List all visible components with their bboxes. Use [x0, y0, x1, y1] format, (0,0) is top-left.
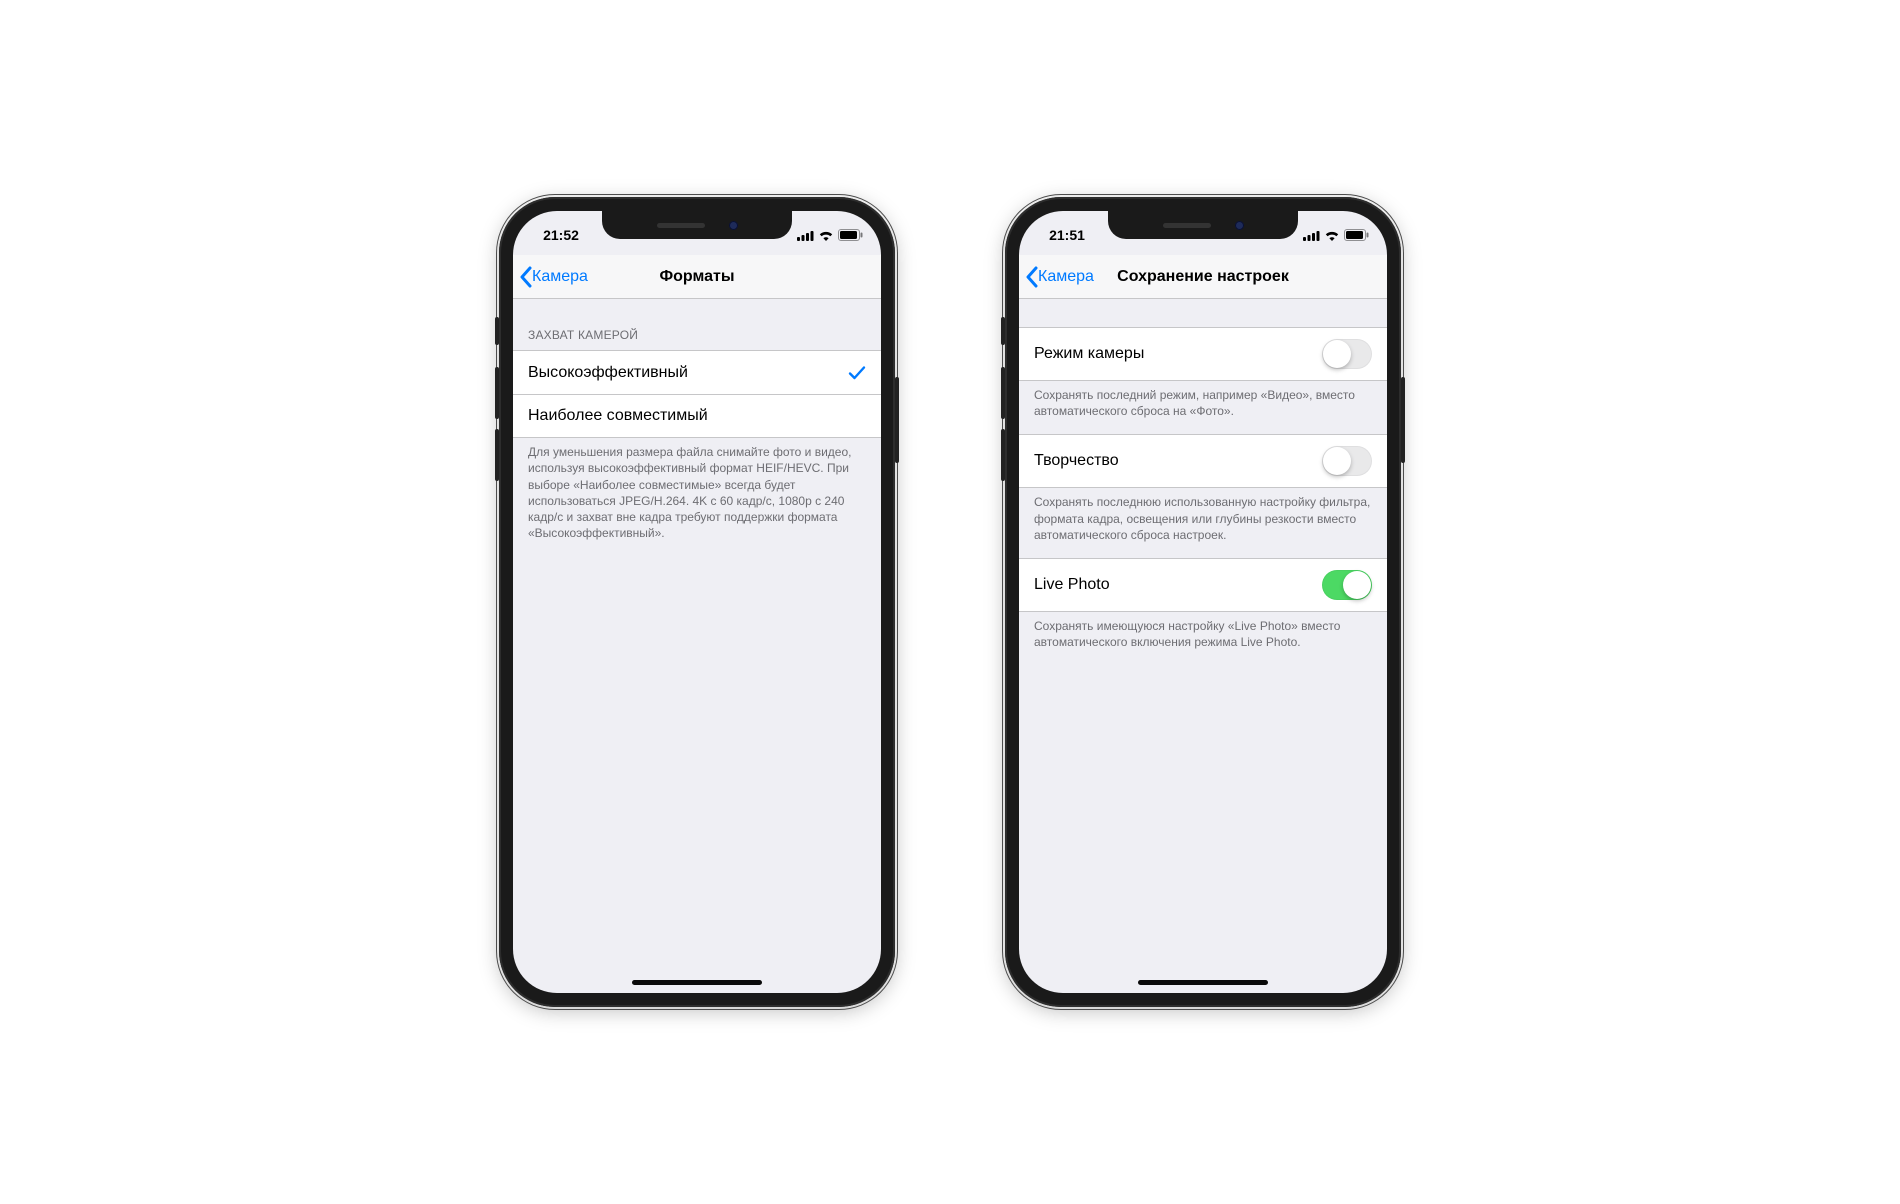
- power-button: [1401, 377, 1405, 463]
- nav-bar: Камера Форматы: [513, 255, 881, 299]
- row-creative[interactable]: Творчество: [1019, 434, 1387, 488]
- volume-up: [1001, 367, 1005, 419]
- screen: 21:51 Камера Сохранение: [1019, 211, 1387, 993]
- battery-icon: [1344, 229, 1369, 241]
- cellular-signal-icon: [797, 230, 814, 241]
- volume-up: [495, 367, 499, 419]
- speaker-grille: [657, 223, 705, 228]
- section-header: ЗАХВАТ КАМЕРОЙ: [513, 299, 881, 350]
- back-label: Камера: [532, 268, 588, 286]
- toggle-camera-mode[interactable]: [1322, 339, 1372, 369]
- volume-down: [495, 429, 499, 481]
- cellular-signal-icon: [1303, 230, 1320, 241]
- phone-preserve-settings: 21:51 Камера Сохранение: [1005, 197, 1401, 1007]
- notch: [602, 211, 792, 239]
- wifi-icon: [818, 230, 834, 241]
- row-live-photo[interactable]: Live Photo: [1019, 558, 1387, 612]
- settings-content: Режим камеры Сохранять последний режим, …: [1019, 299, 1387, 657]
- power-button: [895, 377, 899, 463]
- speaker-grille: [1163, 223, 1211, 228]
- screen: 21:52 Камера Форматы: [513, 211, 881, 993]
- chevron-left-icon: [1025, 266, 1038, 288]
- checkmark-icon: [848, 365, 866, 381]
- status-time: 21:52: [531, 227, 591, 243]
- mute-switch: [1001, 317, 1005, 345]
- row-label: Режим камеры: [1034, 345, 1322, 363]
- status-time: 21:51: [1037, 227, 1097, 243]
- back-label: Камера: [1038, 268, 1094, 286]
- front-camera: [1235, 221, 1244, 230]
- settings-content: ЗАХВАТ КАМЕРОЙ Высокоэффективный Наиболе…: [513, 299, 881, 548]
- option-label: Наиболее совместимый: [528, 407, 866, 425]
- toggle-live-photo[interactable]: [1322, 570, 1372, 600]
- home-indicator[interactable]: [632, 980, 762, 985]
- phone-formats: 21:52 Камера Форматы: [499, 197, 895, 1007]
- row-footer: Сохранять имеющуюся настройку «Live Phot…: [1019, 612, 1387, 657]
- option-label: Высокоэффективный: [528, 364, 848, 382]
- row-camera-mode[interactable]: Режим камеры: [1019, 327, 1387, 381]
- row-footer: Сохранять последний режим, например «Вид…: [1019, 381, 1387, 426]
- section-footer: Для уменьшения размера файла снимайте фо…: [513, 438, 881, 548]
- row-label: Live Photo: [1034, 576, 1322, 594]
- mute-switch: [495, 317, 499, 345]
- notch: [1108, 211, 1298, 239]
- row-footer: Сохранять последнюю использованную настр…: [1019, 488, 1387, 550]
- back-button[interactable]: Камера: [1025, 266, 1094, 288]
- nav-bar: Камера Сохранение настроек: [1019, 255, 1387, 299]
- front-camera: [729, 221, 738, 230]
- format-option-high-efficiency[interactable]: Высокоэффективный: [513, 350, 881, 394]
- row-label: Творчество: [1034, 452, 1322, 470]
- chevron-left-icon: [519, 266, 532, 288]
- wifi-icon: [1324, 230, 1340, 241]
- format-option-most-compatible[interactable]: Наиболее совместимый: [513, 394, 881, 438]
- back-button[interactable]: Камера: [519, 266, 588, 288]
- home-indicator[interactable]: [1138, 980, 1268, 985]
- volume-down: [1001, 429, 1005, 481]
- battery-icon: [838, 229, 863, 241]
- toggle-creative[interactable]: [1322, 446, 1372, 476]
